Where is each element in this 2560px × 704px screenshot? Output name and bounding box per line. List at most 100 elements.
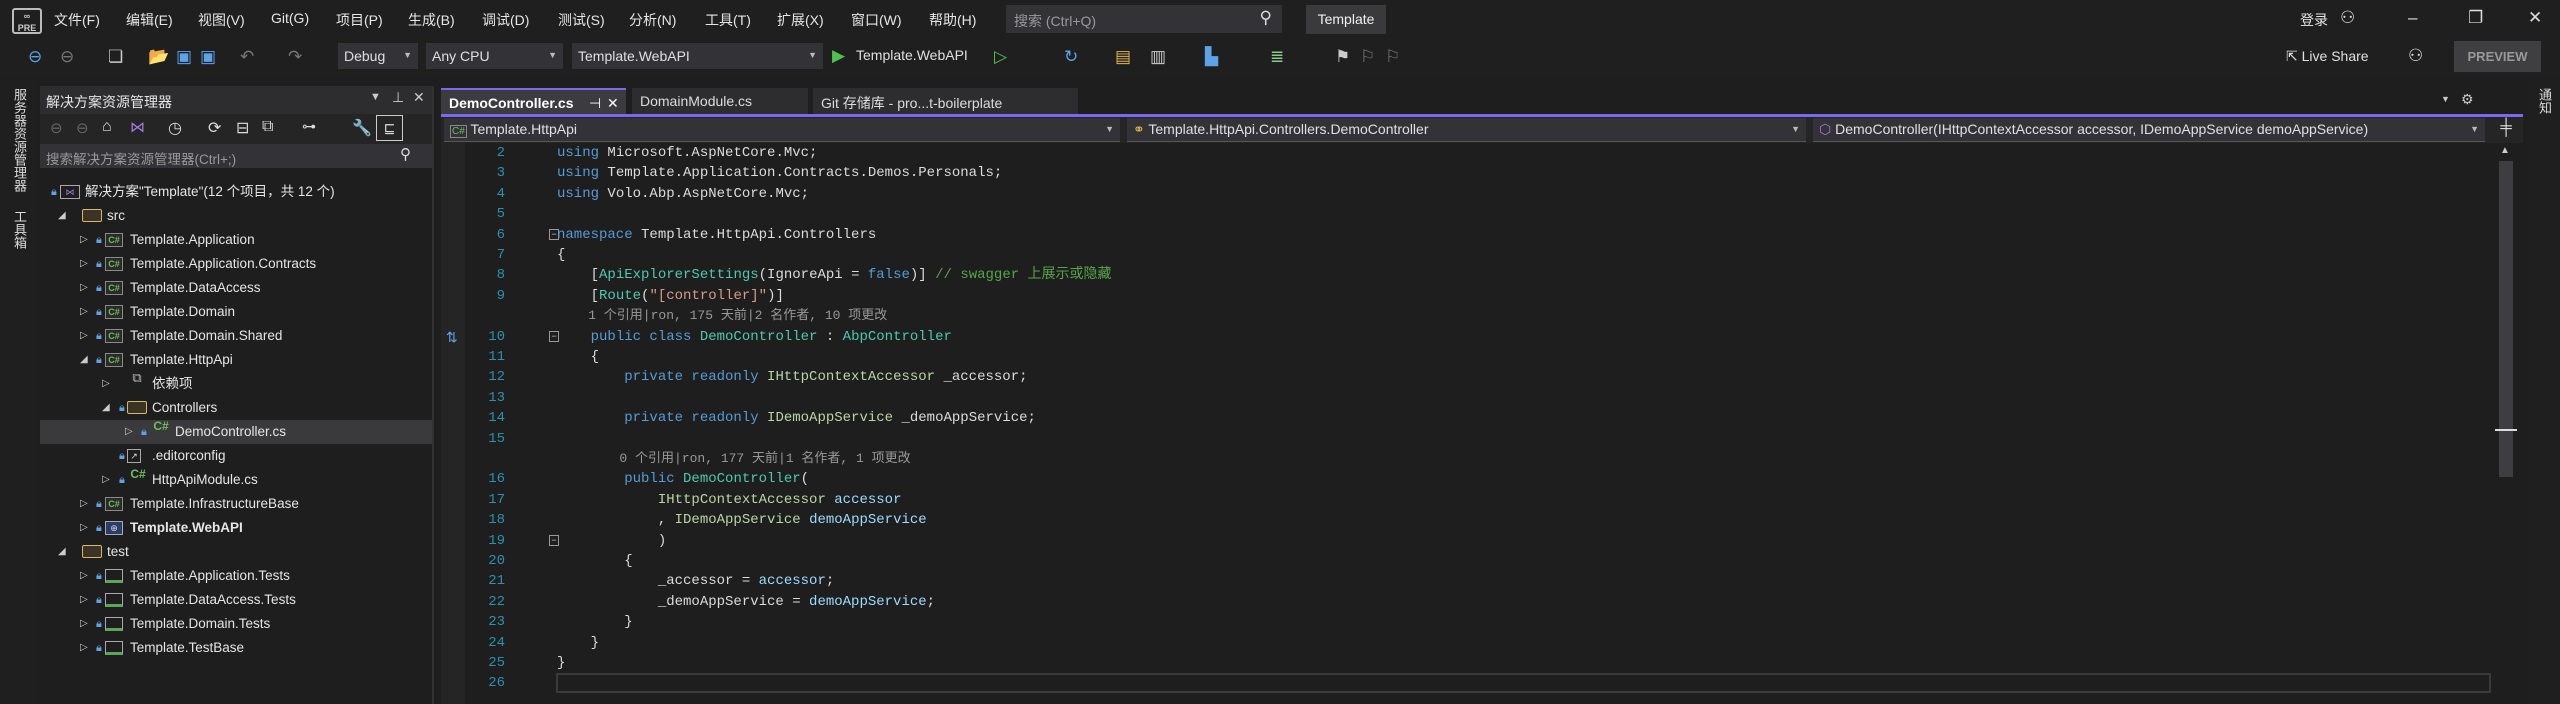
- code-line[interactable]: 6− namespace Template.HttpApi.Controllers: [441, 225, 2491, 245]
- codemap-icon[interactable]: ⇅: [446, 329, 458, 346]
- live-share-button[interactable]: ⇱ Live Share: [2286, 48, 2369, 65]
- refresh-icon[interactable]: ↻: [1064, 47, 1078, 67]
- redo-icon[interactable]: ↷: [288, 47, 302, 67]
- back-icon[interactable]: ⊖: [50, 119, 63, 137]
- bookmark-prev-icon[interactable]: ⚐: [1360, 47, 1375, 67]
- tree-item[interactable]: ◢ src: [40, 204, 432, 228]
- properties-icon[interactable]: 🔧: [352, 118, 372, 138]
- menu-tools[interactable]: 工具(T): [705, 10, 751, 30]
- pin-icon[interactable]: ⊣: [589, 95, 601, 112]
- sync-icon[interactable]: ⟳: [208, 118, 221, 138]
- expand-arrow-icon[interactable]: ▷: [102, 468, 110, 492]
- expand-arrow-icon[interactable]: ▷: [80, 276, 88, 300]
- forward-icon[interactable]: ⊖: [76, 119, 89, 137]
- expand-arrow-icon[interactable]: ▷: [80, 324, 88, 348]
- menu-build[interactable]: 生成(B): [408, 10, 455, 30]
- startup-project-dropdown[interactable]: Template.WebAPI ▼: [572, 43, 823, 69]
- folder-search-icon[interactable]: ▤: [1115, 47, 1131, 67]
- restore-icon[interactable]: ❐: [2468, 8, 2483, 28]
- tree-item[interactable]: ▷ 🔒︎ Template.TestBase: [40, 636, 432, 660]
- expand-arrow-icon[interactable]: ▷: [80, 564, 88, 588]
- platform-dropdown[interactable]: Any CPU ▼: [426, 43, 563, 69]
- account-icon[interactable]: ⚇: [2340, 8, 2355, 28]
- dropdown-icon[interactable]: ▼: [370, 91, 381, 103]
- tree-item[interactable]: ▷ 🔒︎ Template.Domain.Tests: [40, 612, 432, 636]
- preview-badge[interactable]: PREVIEW: [2454, 41, 2541, 72]
- code-line[interactable]: 8 [ApiExplorerSettings(IgnoreApi = false…: [441, 265, 2491, 285]
- pending-changes-icon[interactable]: ◷: [168, 118, 182, 138]
- code-line[interactable]: 10− public class DemoController : AbpCon…: [441, 327, 2491, 347]
- code-line[interactable]: 17 IHttpContextAccessor accessor: [441, 490, 2491, 510]
- code-line[interactable]: 24 }: [441, 633, 2491, 653]
- menu-analyze[interactable]: 分析(N): [629, 10, 676, 30]
- expand-arrow-icon[interactable]: ▷: [80, 588, 88, 612]
- signin-link[interactable]: 登录: [2300, 10, 2328, 30]
- toolbox-tab[interactable]: 工具箱: [10, 210, 29, 249]
- tab-git-repository[interactable]: Git 存储库 - pro...t-boilerplate: [813, 88, 1078, 114]
- expand-arrow-icon[interactable]: ▷: [80, 612, 88, 636]
- tab-domainmodule[interactable]: DomainModule.cs: [632, 88, 808, 114]
- solution-search-input[interactable]: 搜索解决方案资源管理器(Ctrl+;) ⚲: [40, 144, 432, 168]
- code-line[interactable]: 16 public DemoController(: [441, 469, 2491, 489]
- tree-item[interactable]: ▷ 🔒︎ C# Template.Application: [40, 228, 432, 252]
- tree-item[interactable]: ▷ 🔒︎ C# DemoController.cs: [40, 420, 432, 444]
- close-tab-icon[interactable]: ✕: [607, 95, 619, 112]
- code-line[interactable]: 18 , IDemoAppService demoAppService: [441, 510, 2491, 530]
- expand-arrow-icon[interactable]: ▷: [80, 492, 88, 516]
- run-button[interactable]: Template.WebAPI: [856, 47, 968, 63]
- tree-item[interactable]: ▷ 🔒︎ Template.DataAccess.Tests: [40, 588, 432, 612]
- collapse-arrow-icon[interactable]: ◢: [102, 396, 110, 420]
- code-line[interactable]: 23 }: [441, 612, 2491, 632]
- type-dropdown[interactable]: ⚭ Template.HttpApi.Controllers.DemoContr…: [1127, 118, 1806, 142]
- menu-project[interactable]: 项目(P): [336, 10, 383, 30]
- code-line[interactable]: 9 [Route("[controller]")]: [441, 286, 2491, 306]
- save-icon[interactable]: ▣: [176, 47, 192, 67]
- collapse-arrow-icon[interactable]: ◢: [80, 348, 88, 372]
- gear-icon[interactable]: ⚙: [2461, 91, 2474, 108]
- tree-item[interactable]: ▷ 🔒︎ Template.Application.Tests: [40, 564, 432, 588]
- filter-icon[interactable]: ⊶: [302, 118, 316, 135]
- tree-item[interactable]: ▷ 🔒︎ C# Template.Domain: [40, 300, 432, 324]
- code-line[interactable]: 3 using Template.Application.Contracts.De…: [441, 163, 2491, 183]
- play-icon[interactable]: ▶: [832, 46, 845, 66]
- tree-item[interactable]: ◢ 🔒︎ Controllers: [40, 396, 432, 420]
- code-line[interactable]: 15: [441, 429, 2491, 449]
- show-all-files-icon[interactable]: ⧉: [262, 118, 273, 136]
- tree-item[interactable]: 🔒︎ ↗ .editorconfig: [40, 444, 432, 468]
- vertical-scrollbar[interactable]: ▲: [2495, 143, 2517, 704]
- minimize-icon[interactable]: –: [2408, 8, 2417, 28]
- project-dropdown[interactable]: C# Template.HttpApi ▼: [444, 118, 1120, 142]
- tree-item[interactable]: ▷ 🔒︎ C# Template.Application.Contracts: [40, 252, 432, 276]
- tree-item[interactable]: ◢ 🔒︎ C# Template.HttpApi: [40, 348, 432, 372]
- menu-edit[interactable]: 编辑(E): [126, 10, 173, 30]
- menu-view[interactable]: 视图(V): [198, 10, 245, 30]
- split-window-icon[interactable]: ╪: [2495, 119, 2517, 141]
- code-line[interactable]: 5: [441, 204, 2491, 224]
- tree-item[interactable]: ▷ 🔒︎ C# Template.DataAccess: [40, 276, 432, 300]
- expand-arrow-icon[interactable]: ▷: [80, 252, 88, 276]
- undo-icon[interactable]: ↶: [240, 47, 254, 67]
- menu-git[interactable]: Git(G): [271, 10, 309, 26]
- bookmark-icon[interactable]: ⚑: [1335, 47, 1350, 67]
- code-line[interactable]: 21 _accessor = accessor;: [441, 571, 2491, 591]
- member-dropdown[interactable]: ⬡ DemoController(IHttpContextAccessor ac…: [1813, 118, 2485, 142]
- code-line[interactable]: 12 private readonly IHttpContextAccessor…: [441, 367, 2491, 387]
- tab-list-dropdown-icon[interactable]: ▼: [2441, 94, 2450, 104]
- save-all-icon[interactable]: ▣: [200, 47, 216, 67]
- comment-icon[interactable]: ≣: [1270, 47, 1284, 67]
- expand-arrow-icon[interactable]: ▷: [80, 516, 88, 540]
- expand-arrow-icon[interactable]: ▷: [80, 300, 88, 324]
- menu-debug[interactable]: 调试(D): [482, 10, 529, 30]
- menu-help[interactable]: 帮助(H): [929, 10, 976, 30]
- tree-item[interactable]: ▷ 🔒︎ ⊕ Template.WebAPI: [40, 516, 432, 540]
- code-line[interactable]: 7{: [441, 245, 2491, 265]
- menu-window[interactable]: 窗口(W): [851, 10, 902, 30]
- home-icon[interactable]: ⌂: [102, 118, 112, 136]
- menu-file[interactable]: 文件(F): [54, 10, 100, 30]
- tree-item[interactable]: ▷ ⧉ 依赖项: [40, 371, 432, 396]
- code-line[interactable]: 2 using Microsoft.AspNetCore.Mvc;: [441, 143, 2491, 163]
- code-editor[interactable]: 2 using Microsoft.AspNetCore.Mvc; 3 using T…: [441, 143, 2495, 704]
- code-line[interactable]: 25}: [441, 653, 2491, 673]
- open-icon[interactable]: 📂: [148, 47, 169, 67]
- expand-arrow-icon[interactable]: ▷: [80, 228, 88, 252]
